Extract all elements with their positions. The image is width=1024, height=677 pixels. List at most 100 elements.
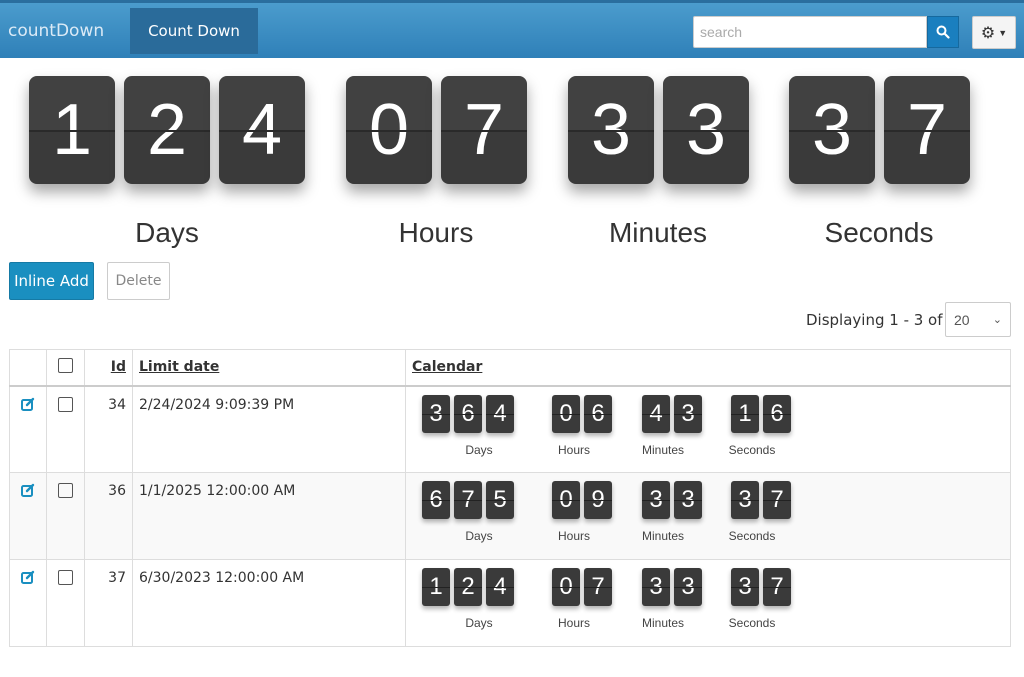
hours-label: Hours — [557, 529, 590, 543]
minutes-label: Minutes — [641, 616, 685, 630]
days-digit: 1 — [422, 568, 450, 606]
days-digit: 6 — [422, 481, 450, 519]
inline-add-button[interactable]: Inline Add — [9, 262, 94, 300]
minutes-label: Minutes — [641, 529, 685, 543]
seconds-label: Seconds — [728, 616, 776, 630]
days-digit: 3 — [422, 394, 450, 433]
sort-id-link[interactable]: Id — [111, 359, 126, 375]
table-row: 34 2/24/2024 9:09:39 PM 3 6 4 0 6 4 3 1 6 Days Hou… — [9, 385, 1011, 473]
seconds-label: Seconds — [728, 442, 776, 457]
settings-dropdown-button[interactable]: ⚙ ▼ — [972, 16, 1016, 49]
row-checkbox[interactable] — [58, 570, 73, 585]
hours-label: Hours — [557, 442, 590, 457]
minutes-digit: 3 — [674, 394, 702, 433]
row-limit-date: 1/1/2025 12:00:00 AM — [132, 472, 406, 560]
seconds-digit: 3 — [731, 481, 759, 519]
minutes-label: Minutes — [608, 217, 708, 248]
caret-down-icon: ▼ — [998, 27, 1008, 38]
hours-digit: 9 — [584, 481, 612, 519]
minutes-digit: 3 — [568, 76, 654, 184]
row-countdown: 6 7 5 0 9 3 3 3 7 Days Hours Minutes Seconds — [412, 477, 1004, 547]
days-digit: 2 — [454, 568, 482, 606]
pager-info: Displaying 1 - 3 of 3 — [806, 311, 957, 329]
minutes-digit: 3 — [642, 568, 670, 606]
seconds-digit: 7 — [763, 568, 791, 606]
minutes-label: Minutes — [641, 442, 685, 457]
table-row: 36 1/1/2025 12:00:00 AM 6 7 5 0 9 3 3 3 7 Days Hou… — [9, 472, 1011, 560]
header-select-all — [46, 349, 85, 387]
seconds-digit: 1 — [731, 394, 759, 433]
row-calendar: 1 2 4 0 7 3 3 3 7 Days Hours Minutes Seconds — [405, 559, 1011, 647]
page-size-select[interactable]: 20 ⌄ — [945, 302, 1011, 337]
days-digit: 5 — [486, 481, 514, 519]
hours-digit: 0 — [346, 76, 432, 184]
row-select — [46, 559, 85, 647]
brand-link[interactable]: countDown — [8, 21, 104, 41]
delete-button[interactable]: Delete — [107, 262, 170, 300]
minutes-digit: 3 — [663, 76, 749, 184]
table-row: 37 6/30/2023 12:00:00 AM 1 2 4 0 7 3 3 3 7 Days Ho… — [9, 559, 1011, 647]
edit-icon[interactable] — [21, 570, 35, 588]
seconds-digit: 3 — [731, 568, 759, 606]
days-label: Days — [465, 442, 493, 457]
navbar: countDown Count Down ⚙ ▼ — [0, 0, 1024, 58]
table-header-row: Id Limit date Calendar — [9, 349, 1011, 387]
row-actions — [9, 559, 47, 647]
days-digit: 2 — [124, 76, 210, 184]
row-checkbox[interactable] — [58, 396, 73, 412]
days-label: Days — [465, 529, 493, 543]
seconds-digit: 6 — [763, 394, 791, 433]
records-table: Id Limit date Calendar 34 2/24/2024 9:09… — [9, 349, 1011, 647]
row-checkbox[interactable] — [58, 483, 73, 498]
hours-digit: 0 — [552, 568, 580, 606]
sort-limit-date-link[interactable]: Limit date — [139, 359, 219, 375]
days-label: Days — [465, 616, 493, 630]
row-limit-date: 2/24/2024 9:09:39 PM — [132, 385, 406, 473]
header-id[interactable]: Id — [84, 349, 133, 387]
row-actions — [9, 472, 47, 560]
hours-digit: 7 — [584, 568, 612, 606]
minutes-digit: 3 — [674, 568, 702, 606]
days-digit: 4 — [486, 568, 514, 606]
search-icon — [936, 25, 950, 39]
seconds-label: Seconds — [824, 217, 934, 248]
days-digit: 6 — [454, 394, 482, 433]
row-select — [46, 472, 85, 560]
search-button[interactable] — [927, 16, 959, 48]
row-countdown: 3 6 4 0 6 4 3 1 6 Days Hours Minutes Seconds — [412, 391, 1004, 461]
select-all-checkbox[interactable] — [58, 357, 73, 373]
minutes-digit: 4 — [642, 394, 670, 433]
days-digit: 7 — [454, 481, 482, 519]
row-id: 34 — [84, 385, 133, 473]
seconds-digit: 7 — [763, 481, 791, 519]
row-countdown: 1 2 4 0 7 3 3 3 7 Days Hours Minutes Seconds — [412, 564, 1004, 634]
chevron-down-icon: ⌄ — [992, 314, 1002, 326]
row-id: 37 — [84, 559, 133, 647]
seconds-label: Seconds — [728, 529, 776, 543]
seconds-digit: 3 — [789, 76, 875, 184]
minutes-digit: 3 — [674, 481, 702, 519]
row-limit-date: 6/30/2023 12:00:00 AM — [132, 559, 406, 647]
header-calendar[interactable]: Calendar — [405, 349, 1011, 387]
search-input[interactable] — [693, 16, 927, 48]
minutes-digit: 3 — [642, 481, 670, 519]
edit-icon[interactable] — [21, 483, 35, 501]
page-size-value: 20 — [954, 311, 970, 328]
edit-icon[interactable] — [21, 397, 35, 415]
header-actions — [9, 349, 47, 387]
sort-calendar-link[interactable]: Calendar — [412, 359, 482, 375]
hours-label: Hours — [398, 217, 474, 248]
days-digit: 1 — [29, 76, 115, 184]
hours-digit: 7 — [441, 76, 527, 184]
header-limit-date[interactable]: Limit date — [132, 349, 406, 387]
hours-label: Hours — [557, 616, 590, 630]
main-countdown: 1 2 4 0 7 3 3 3 7 Days Hours Minutes Sec… — [0, 62, 1024, 252]
row-select — [46, 385, 85, 473]
hours-digit: 6 — [584, 394, 612, 433]
row-calendar: 3 6 4 0 6 4 3 1 6 Days Hours Minutes Seconds — [405, 385, 1011, 473]
nav-item-count-down[interactable]: Count Down — [130, 8, 258, 54]
gear-icon: ⚙ — [980, 24, 996, 42]
days-digit: 4 — [486, 394, 514, 433]
hours-digit: 0 — [552, 481, 580, 519]
days-label: Days — [135, 217, 199, 248]
